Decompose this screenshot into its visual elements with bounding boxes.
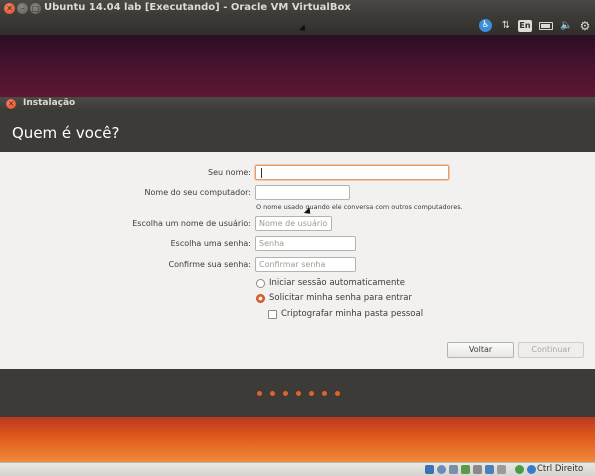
computer-name-input[interactable] bbox=[255, 185, 350, 200]
installer-header: Quem é você? bbox=[0, 111, 595, 152]
confirm-password-label: Confirme sua senha: bbox=[168, 260, 251, 269]
network-adapter-icon[interactable] bbox=[485, 465, 494, 474]
installer-window-title: Instalação bbox=[23, 98, 76, 108]
minimize-icon: – bbox=[20, 4, 25, 13]
battery-icon[interactable] bbox=[539, 22, 553, 30]
host-key-icon bbox=[527, 465, 536, 474]
close-icon: ✕ bbox=[6, 4, 13, 13]
progress-dot bbox=[309, 391, 314, 396]
auto-login-label[interactable]: Iniciar sessão automaticamente bbox=[269, 278, 405, 288]
window-minimize-button[interactable]: – bbox=[17, 3, 28, 14]
window-close-button[interactable]: ✕ bbox=[4, 3, 15, 14]
virtualbox-status-bar: Ctrl Direito bbox=[0, 462, 595, 476]
progress-dot bbox=[322, 391, 327, 396]
usb-icon[interactable] bbox=[449, 465, 458, 474]
computer-name-label: Nome do seu computador: bbox=[144, 188, 251, 197]
virtualbox-window-title: Ubuntu 14.04 lab [Executando] - Oracle V… bbox=[44, 2, 351, 13]
password-label: Escolha uma senha: bbox=[170, 239, 251, 248]
encrypt-home-checkbox[interactable] bbox=[268, 310, 277, 319]
maximize-icon: □ bbox=[31, 4, 40, 13]
progress-dot bbox=[335, 391, 340, 396]
installer-close-button[interactable]: ✕ bbox=[6, 99, 16, 109]
volume-icon[interactable]: 🔈 bbox=[560, 19, 572, 33]
shared-folders-icon[interactable] bbox=[461, 465, 470, 474]
optical-drive-icon[interactable] bbox=[437, 465, 446, 474]
auto-login-radio[interactable] bbox=[256, 279, 265, 288]
computer-name-hint: O nome usado quando ele conversa com out… bbox=[256, 203, 463, 211]
back-button[interactable]: Voltar bbox=[447, 342, 514, 358]
gear-icon[interactable]: ⚙ bbox=[579, 19, 591, 33]
hard-disk-icon[interactable] bbox=[425, 465, 434, 474]
name-label: Seu nome: bbox=[208, 168, 251, 177]
host-key-label: Ctrl Direito bbox=[537, 464, 584, 474]
desktop-background-top bbox=[0, 35, 595, 97]
close-icon: ✕ bbox=[8, 100, 14, 108]
progress-dot bbox=[296, 391, 301, 396]
password-input[interactable]: Senha bbox=[255, 236, 356, 251]
mouse-integration-icon[interactable] bbox=[515, 465, 524, 474]
progress-dot bbox=[270, 391, 275, 396]
confirm-password-input[interactable]: Confirmar senha bbox=[255, 257, 356, 272]
desktop-background-bottom bbox=[0, 417, 595, 462]
continue-button[interactable]: Continuar bbox=[518, 342, 584, 358]
ubuntu-top-panel: ♿ ⇅ En 🔈 ⚙ bbox=[0, 17, 595, 35]
window-maximize-button[interactable]: □ bbox=[30, 3, 41, 14]
keyboard-layout-indicator[interactable]: En bbox=[518, 20, 532, 32]
text-caret bbox=[261, 168, 262, 178]
require-password-label[interactable]: Solicitar minha senha para entrar bbox=[269, 293, 412, 303]
progress-dot bbox=[283, 391, 288, 396]
name-input[interactable] bbox=[255, 165, 449, 180]
installer-footer bbox=[0, 369, 595, 417]
page-title: Quem é você? bbox=[12, 124, 120, 142]
display-icon[interactable] bbox=[473, 465, 482, 474]
require-password-radio[interactable] bbox=[256, 294, 265, 303]
network-icon[interactable]: ⇅ bbox=[500, 19, 512, 33]
username-label: Escolha um nome de usuário: bbox=[132, 219, 251, 228]
virtualbox-titlebar: ✕ – □ Ubuntu 14.04 lab [Executando] - Or… bbox=[0, 0, 595, 17]
username-input[interactable]: Nome de usuário bbox=[255, 216, 332, 231]
installer-titlebar: ✕ Instalação bbox=[0, 97, 595, 111]
progress-dot bbox=[257, 391, 262, 396]
recording-icon[interactable] bbox=[497, 465, 506, 474]
accessibility-icon[interactable]: ♿ bbox=[479, 19, 492, 32]
encrypt-home-label[interactable]: Criptografar minha pasta pessoal bbox=[281, 309, 423, 319]
